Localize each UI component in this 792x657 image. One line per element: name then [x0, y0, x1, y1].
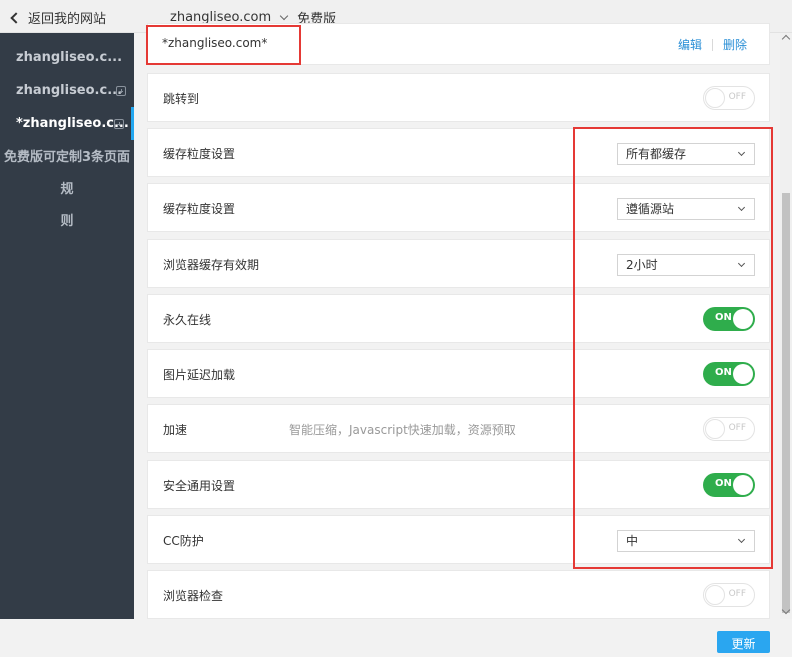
sidebar-item-label: zhangliseo.c... — [16, 83, 123, 98]
row-label: 缓存粒度设置 — [163, 147, 236, 161]
row-label: 永久在线 — [163, 313, 212, 327]
sidebar-note: 免费版可定制3条页面规 则 — [0, 140, 134, 240]
chevron-down-icon — [279, 11, 289, 21]
sidebar: zhangliseo.c... zhangliseo.c... *zhangli… — [0, 33, 134, 619]
row-hint: 智能压缩，Javascript快速加载，资源预取 — [289, 423, 516, 437]
row-label: 浏览器检查 — [163, 589, 224, 603]
redirect-toggle[interactable]: OFF — [703, 86, 755, 110]
scrollbar[interactable] — [780, 33, 792, 619]
sidebar-item-rule-2[interactable]: zhangliseo.c... — [0, 74, 134, 107]
edit-button[interactable]: 编辑 — [678, 36, 702, 53]
row-label: CC防护 — [163, 534, 204, 548]
toggle-knob — [705, 585, 725, 605]
sidebar-item-label: *zhangliseo.c... — [16, 116, 129, 131]
annotation-box-controls — [573, 127, 773, 569]
sidebar-item-rule-1[interactable]: zhangliseo.c... — [0, 41, 134, 74]
back-label: 返回我的网站 — [28, 12, 107, 27]
annotation-box-title — [146, 25, 301, 65]
row-label: 安全通用设置 — [163, 479, 236, 493]
toggle-knob — [705, 88, 725, 108]
row-label: 图片延迟加载 — [163, 368, 236, 382]
row-label: 跳转到 — [163, 92, 200, 106]
sidebar-item-label: zhangliseo.c... — [16, 50, 123, 65]
sidebar-note-line: 则 — [60, 214, 74, 229]
toggle-text: OFF — [728, 589, 746, 599]
expand-icon[interactable] — [114, 119, 124, 129]
scrollbar-thumb[interactable] — [782, 193, 790, 613]
back-link[interactable]: 返回我的网站 — [10, 8, 107, 27]
divider — [711, 38, 713, 51]
chevron-left-icon — [10, 11, 22, 24]
sidebar-note-line: 免费版可定制3条页面规 — [3, 150, 131, 197]
scroll-up-icon[interactable] — [781, 34, 791, 44]
browser-check-toggle[interactable]: OFF — [703, 583, 755, 607]
rule-actions: 编辑 删除 — [678, 36, 747, 53]
delete-button[interactable]: 删除 — [723, 36, 747, 53]
row-browser-check: 浏览器检查 OFF — [147, 570, 770, 619]
row-label: 加速 — [163, 423, 188, 437]
row-label: 缓存粒度设置 — [163, 202, 236, 216]
row-redirect: 跳转到 OFF — [147, 73, 770, 122]
expand-icon[interactable] — [116, 86, 126, 96]
sidebar-item-rule-3[interactable]: *zhangliseo.c... — [0, 107, 134, 140]
row-label: 浏览器缓存有效期 — [163, 258, 260, 272]
toggle-text: OFF — [728, 92, 746, 102]
